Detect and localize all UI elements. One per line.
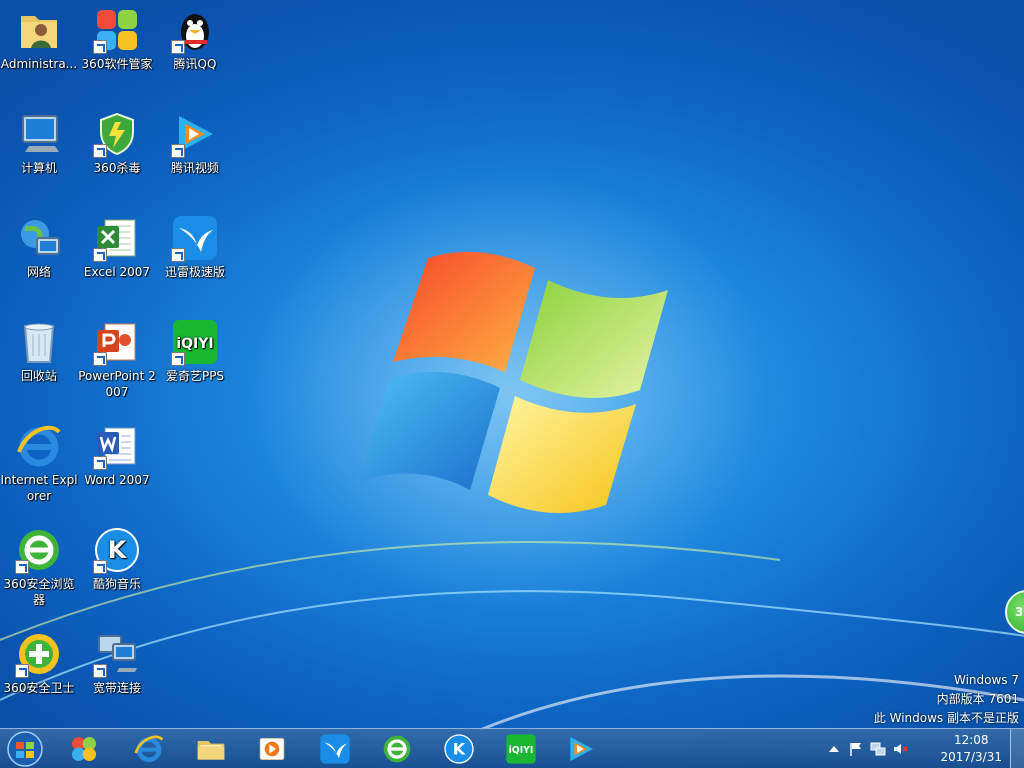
clock-date: 2017/3/31 (940, 750, 1002, 764)
icon-label: Word 2007 (84, 473, 150, 487)
360-browser-icon (383, 735, 411, 763)
icon-label: 360杀毒 (93, 161, 141, 175)
desktop-icon-360-software-manager[interactable]: 360软件管家 (78, 6, 156, 72)
shortcut-arrow-icon (171, 248, 185, 262)
shortcut-arrow-icon (93, 560, 107, 574)
icon-label: 酷狗音乐 (92, 577, 141, 591)
icon-label: PowerPoint 2007 (78, 369, 156, 399)
taskbar-360-browser[interactable] (369, 730, 425, 768)
action-center-flag-icon[interactable] (848, 741, 864, 757)
desktop-icon-360-browser[interactable]: 360安全浏览器 (0, 526, 78, 608)
taskbar-clock[interactable]: 12:08 2017/3/31 (940, 732, 1002, 766)
icon-label: 360安全浏览器 (3, 577, 75, 607)
desktop-icon-xunlei[interactable]: 迅雷极速版 (156, 214, 234, 280)
taskbar-file-explorer[interactable] (183, 730, 239, 768)
desktop-icon-qq[interactable]: 腾讯QQ (156, 6, 234, 72)
windows-watermark: Windows 7 内部版本 7601 此 Windows 副本不是正版 (874, 671, 1019, 728)
taskbar-iqiyi[interactable]: iQIYI (493, 730, 549, 768)
desktop-icon-broadband-connection[interactable]: 宽带连接 (78, 630, 156, 696)
icon-label: 回收站 (20, 369, 57, 383)
icon-label: 360安全卫士 (3, 681, 75, 695)
system-tray: 12:08 2017/3/31 (824, 729, 1024, 768)
shortcut-arrow-icon (15, 560, 29, 574)
start-button[interactable] (5, 730, 45, 768)
desktop-icon-kugou[interactable]: K 酷狗音乐 (78, 526, 156, 592)
desktop-icon-360-security-guard[interactable]: 360安全卫士 (0, 630, 78, 696)
360-software-manager-icon (72, 737, 96, 761)
icon-label: Excel 2007 (83, 265, 151, 279)
shortcut-arrow-icon (171, 352, 185, 366)
icon-label: Administra... (0, 57, 78, 71)
volume-muted-icon[interactable] (892, 741, 908, 757)
desktop-icon-excel[interactable]: Excel 2007 (78, 214, 156, 280)
taskbar-internet-explorer[interactable] (121, 730, 177, 768)
internet-explorer-icon (17, 425, 61, 467)
shortcut-arrow-icon (93, 664, 107, 678)
svg-text:K: K (108, 536, 128, 564)
show-desktop-button[interactable] (1010, 729, 1024, 768)
icon-label: 计算机 (20, 161, 57, 175)
iqiyi-icon: iQIYI (506, 734, 536, 764)
clock-time: 12:08 (953, 733, 989, 747)
desktop-icon-iqiyi[interactable]: iQIYI 爱奇艺PPS (156, 318, 234, 384)
icon-label: 360软件管家 (81, 57, 153, 71)
recycle-bin-icon (23, 323, 55, 363)
desktop-icon-internet-explorer[interactable]: Internet Explorer (0, 422, 78, 504)
desktop-icon-recycle-bin[interactable]: 回收站 (0, 318, 78, 384)
desktop-icon-tencent-video[interactable]: 腾讯视频 (156, 110, 234, 176)
desktop-icon-administrator[interactable]: Administra... (0, 6, 78, 72)
desktop-icon-computer[interactable]: 计算机 (0, 110, 78, 176)
taskbar-xunlei[interactable] (307, 730, 363, 768)
computer-icon (22, 115, 59, 152)
icon-label: 宽带连接 (92, 681, 141, 695)
taskbar: K iQIYI 12:08 2017/3/31 (0, 728, 1024, 768)
internet-explorer-icon (134, 735, 164, 762)
shortcut-arrow-icon (93, 456, 107, 470)
taskbar-media-player[interactable] (244, 730, 300, 768)
shortcut-arrow-icon (171, 40, 185, 54)
icon-label: 腾讯QQ (173, 57, 217, 71)
desktop-icon-word[interactable]: Word 2007 (78, 422, 156, 488)
icon-label: 网络 (26, 265, 51, 279)
media-player-icon (259, 738, 285, 760)
shortcut-arrow-icon (15, 664, 29, 678)
side-floating-widget[interactable]: 33 (1005, 590, 1024, 634)
svg-text:iQIYI: iQIYI (509, 745, 534, 756)
taskbar-kugou[interactable]: K (431, 730, 487, 768)
icon-label: 迅雷极速版 (164, 265, 225, 279)
icon-label: Internet Explorer (0, 473, 78, 503)
watermark-line-3: 此 Windows 副本不是正版 (873, 711, 1019, 725)
user-folder-icon (21, 16, 57, 48)
icon-label: 爱奇艺PPS (165, 369, 225, 383)
file-explorer-icon (197, 741, 225, 760)
watermark-line-2: 内部版本 7601 (936, 692, 1019, 706)
network-status-icon[interactable] (870, 741, 886, 757)
shortcut-arrow-icon (93, 248, 107, 262)
windows-start-orb-icon (7, 731, 43, 767)
desktop-icon-powerpoint[interactable]: PowerPoint 2007 (78, 318, 156, 400)
svg-text:K: K (453, 739, 466, 758)
shortcut-arrow-icon (93, 40, 107, 54)
shortcut-arrow-icon (171, 144, 185, 158)
taskbar-tencent-video[interactable] (553, 730, 609, 768)
shortcut-arrow-icon (93, 352, 107, 366)
kugou-icon: K (444, 734, 474, 764)
xunlei-icon (320, 734, 350, 764)
tencent-video-icon (570, 737, 593, 761)
watermark-line-1: Windows 7 (953, 673, 1019, 687)
show-hidden-icons-icon[interactable] (826, 741, 842, 757)
shortcut-arrow-icon (93, 144, 107, 158)
desktop-icon-network[interactable]: 网络 (0, 214, 78, 280)
icon-label: 腾讯视频 (170, 161, 219, 175)
network-icon (21, 220, 60, 255)
taskbar-360-software-manager[interactable] (56, 730, 112, 768)
desktop-icon-360-antivirus[interactable]: 360杀毒 (78, 110, 156, 176)
svg-text:iQIYI: iQIYI (176, 336, 213, 352)
